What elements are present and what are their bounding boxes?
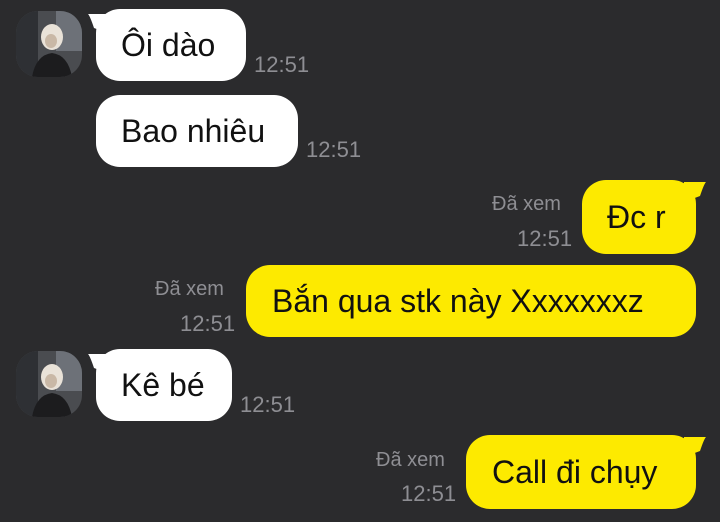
contact-avatar[interactable] bbox=[16, 351, 82, 417]
message-text: Kê bé bbox=[121, 367, 205, 403]
seen-status: Đã xem bbox=[155, 278, 224, 300]
message-text: Bao nhiêu bbox=[121, 113, 266, 149]
message-bubble-outgoing[interactable]: Call đi chụy bbox=[466, 435, 696, 509]
bubble-tail bbox=[684, 435, 706, 457]
seen-status: Đã xem bbox=[492, 193, 561, 215]
avatar-photo-icon bbox=[16, 11, 82, 77]
message-bubble-incoming[interactable]: Bao nhiêu bbox=[96, 95, 298, 167]
message-time: 12:51 bbox=[254, 52, 310, 77]
message-bubble-outgoing[interactable]: Bắn qua stk này Xxxxxxxz bbox=[246, 265, 696, 337]
avatar-photo-icon bbox=[16, 351, 82, 417]
message-time: 12:51 bbox=[180, 311, 236, 336]
seen-status: Đã xem bbox=[376, 449, 445, 471]
message-time: 12:51 bbox=[306, 137, 362, 162]
message-text: Bắn qua stk này Xxxxxxxz bbox=[272, 283, 644, 319]
message-text: Đc r bbox=[607, 199, 666, 235]
message-time: 12:51 bbox=[401, 481, 457, 506]
message-time: 12:51 bbox=[240, 392, 296, 417]
message-bubble-incoming[interactable]: Kê bé bbox=[96, 349, 232, 421]
message-text: Call đi chụy bbox=[492, 454, 658, 490]
message-time: 12:51 bbox=[517, 226, 573, 251]
message-text: Ôi dào bbox=[121, 27, 216, 63]
message-bubble-outgoing[interactable]: Đc r bbox=[582, 180, 696, 254]
message-bubble-incoming[interactable]: Ôi dào bbox=[96, 9, 246, 81]
bubble-tail bbox=[684, 180, 706, 202]
contact-avatar[interactable] bbox=[16, 11, 82, 77]
